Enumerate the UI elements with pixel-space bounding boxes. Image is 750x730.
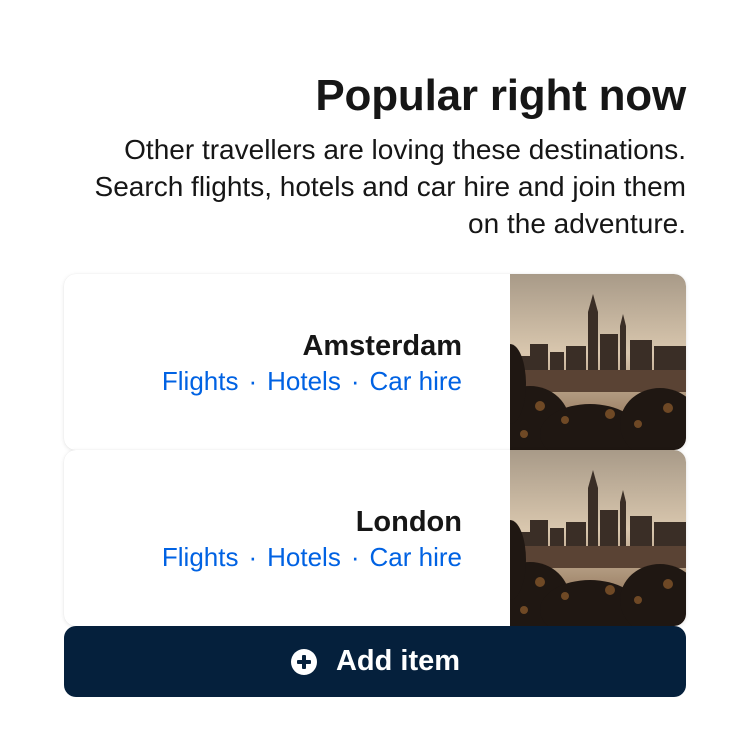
link-separator: · [350, 366, 360, 396]
car-hire-link[interactable]: Car hire [370, 542, 462, 572]
add-item-label: Add item [335, 645, 461, 677]
link-separator: · [248, 542, 258, 572]
flights-link[interactable]: Flights [162, 366, 239, 396]
destination-card-text: London Flights · Hotels · Car hire [162, 504, 462, 574]
link-separator: · [350, 542, 360, 572]
city-skyline-photo-icon [510, 450, 686, 626]
hotels-link[interactable]: Hotels [267, 542, 341, 572]
destination-title: Amsterdam [302, 330, 462, 362]
page-title: Popular right now [315, 71, 686, 120]
car-hire-link[interactable]: Car hire [370, 366, 462, 396]
plus-circle-icon [290, 648, 318, 676]
destination-title: London [355, 506, 462, 538]
city-skyline-illustration [510, 274, 686, 450]
flights-link[interactable]: Flights [162, 542, 239, 572]
city-skyline-illustration [510, 450, 686, 626]
link-separator: · [248, 366, 258, 396]
city-skyline-photo-icon [510, 274, 686, 450]
destination-links: Flights · Hotels · Car hire [162, 540, 462, 574]
page-subtitle: Other travellers are loving these destin… [94, 134, 686, 239]
destination-card-text: Amsterdam Flights · Hotels · Car hire [162, 328, 462, 398]
destination-card[interactable]: Amsterdam Flights · Hotels · Car hire [64, 274, 686, 450]
destination-card[interactable]: London Flights · Hotels · Car hire [64, 450, 686, 626]
destination-links: Flights · Hotels · Car hire [162, 364, 462, 398]
add-item-button[interactable]: Add item [64, 626, 686, 697]
hotels-link[interactable]: Hotels [267, 366, 341, 396]
